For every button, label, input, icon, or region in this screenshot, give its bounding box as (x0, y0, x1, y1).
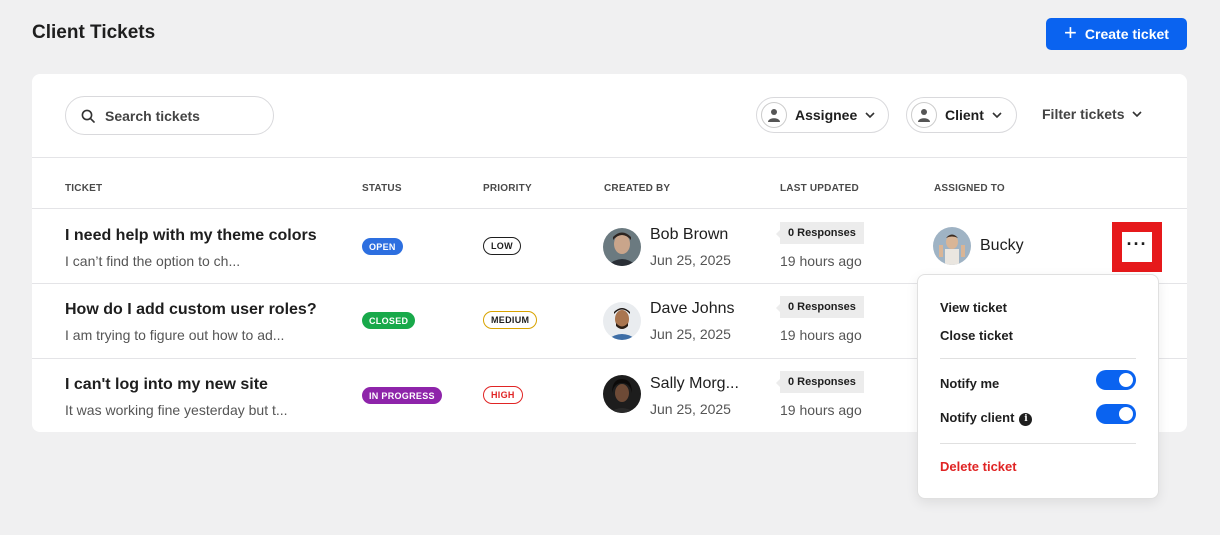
more-horizontal-icon: ··· (1122, 232, 1152, 262)
created-date: Jun 25, 2025 (650, 252, 731, 268)
table-header: TICKET STATUS PRIORITY CREATED BY LAST U… (32, 158, 1187, 209)
notify-client-toggle[interactable] (1096, 404, 1136, 424)
responses-badge: 0 Responses (776, 371, 864, 393)
created-date: Jun 25, 2025 (650, 326, 731, 342)
create-ticket-label: Create ticket (1084, 26, 1169, 42)
ticket-description: I can’t find the option to ch... (65, 253, 241, 269)
ticket-title[interactable]: I can't log into my new site (65, 376, 268, 394)
creator-name: Bob Brown (650, 226, 729, 243)
responses-badge: 0 Responses (776, 296, 864, 318)
chevron-down-icon (992, 112, 1002, 118)
delete-ticket-item[interactable]: Delete ticket (940, 459, 1017, 474)
avatar (933, 227, 971, 265)
notify-client-row: Notify client i (940, 410, 1033, 426)
ticket-title[interactable]: How do I add custom user roles? (65, 301, 317, 319)
assignee-filter-label: Assignee (795, 107, 858, 123)
view-ticket-item[interactable]: View ticket (940, 300, 1007, 315)
table-row[interactable]: I need help with my theme colors I can’t… (32, 209, 1187, 284)
notify-client-label: Notify client (940, 410, 1015, 425)
row-actions-button[interactable]: ··· (1112, 222, 1162, 272)
notify-me-toggle[interactable] (1096, 370, 1136, 390)
client-filter[interactable]: Client (906, 97, 1017, 133)
ticket-description: It was working fine yesterday but t... (65, 402, 288, 418)
last-updated: 19 hours ago (780, 402, 862, 418)
creator-name: Dave Johns (650, 300, 735, 317)
menu-divider (940, 443, 1136, 444)
user-icon (761, 102, 787, 128)
notify-me-label: Notify me (940, 376, 1000, 391)
priority-badge: HIGH (483, 386, 523, 404)
search-box[interactable] (65, 96, 274, 135)
column-status: STATUS (362, 183, 402, 194)
creator-name: Sally Morg... (650, 375, 739, 392)
last-updated: 19 hours ago (780, 253, 862, 269)
client-filter-label: Client (945, 107, 984, 123)
column-ticket: TICKET (65, 183, 103, 194)
status-badge: OPEN (362, 238, 403, 255)
column-last-updated: LAST UPDATED (780, 183, 859, 194)
user-icon (911, 102, 937, 128)
ticket-description: I am trying to figure out how to ad... (65, 327, 285, 343)
filter-tickets-label: Filter tickets (1042, 106, 1125, 122)
filter-tickets-dropdown[interactable]: Filter tickets (1042, 106, 1143, 122)
create-ticket-button[interactable]: + Create ticket (1046, 18, 1187, 50)
column-assigned-to: ASSIGNED TO (934, 183, 1005, 194)
avatar (603, 375, 641, 413)
search-icon (81, 109, 95, 123)
assignee-filter[interactable]: Assignee (756, 97, 889, 133)
responses-badge: 0 Responses (776, 222, 864, 244)
chevron-down-icon (865, 112, 875, 118)
plus-icon: + (1064, 20, 1077, 45)
created-date: Jun 25, 2025 (650, 401, 731, 417)
chevron-down-icon (1132, 111, 1143, 117)
avatar (603, 302, 641, 340)
avatar (603, 228, 641, 266)
assignee-name: Bucky (980, 237, 1024, 254)
last-updated: 19 hours ago (780, 327, 862, 343)
menu-divider (940, 358, 1136, 359)
toolbar: Assignee Client Filter tickets (32, 74, 1187, 158)
status-badge: IN PROGRESS (362, 387, 442, 404)
ticket-title[interactable]: I need help with my theme colors (65, 227, 317, 245)
column-created-by: CREATED BY (604, 183, 671, 194)
column-priority: PRIORITY (483, 183, 532, 194)
search-input[interactable] (105, 107, 255, 124)
ticket-actions-menu: View ticket Close ticket Notify me Notif… (917, 274, 1159, 499)
close-ticket-item[interactable]: Close ticket (940, 328, 1013, 343)
priority-badge: LOW (483, 237, 521, 255)
status-badge: CLOSED (362, 312, 416, 329)
priority-badge: MEDIUM (483, 311, 538, 329)
page-title: Client Tickets (32, 22, 156, 43)
info-icon[interactable]: i (1019, 412, 1033, 426)
